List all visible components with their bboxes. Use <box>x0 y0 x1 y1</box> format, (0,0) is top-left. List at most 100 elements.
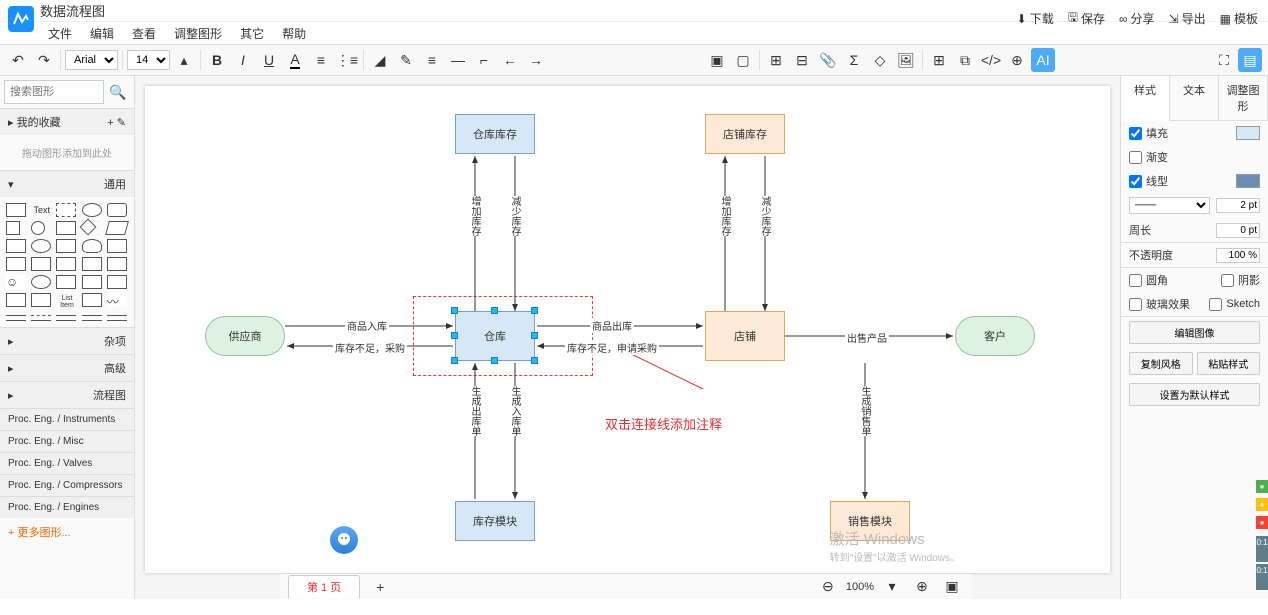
shape-diamond[interactable] <box>79 219 96 236</box>
rounded-checkbox[interactable]: 圆角 <box>1129 272 1168 288</box>
bold-button[interactable]: B <box>205 48 229 72</box>
line-checkbox[interactable]: 线型 <box>1129 173 1168 189</box>
line-width-input[interactable] <box>1216 198 1260 213</box>
selection-handle[interactable] <box>491 357 498 364</box>
node-store-stock[interactable]: 店铺库存 <box>705 114 785 154</box>
perimeter-input[interactable] <box>1216 223 1260 238</box>
shape-actor[interactable]: ☺ <box>6 275 26 289</box>
fullscreen-button[interactable]: ⛶ <box>1212 48 1236 72</box>
shape-cylinder[interactable] <box>31 239 51 253</box>
line-style-select[interactable]: ─── <box>1129 197 1210 214</box>
shape-arrow7[interactable] <box>107 320 127 321</box>
align-button[interactable]: ≡ <box>309 48 333 72</box>
canvas-area[interactable]: 仓库库存 店铺库存 供应商 仓库 店铺 客户 库存模块 销售模块 <box>135 76 1120 599</box>
template-button[interactable]: ▦ 模板 <box>1220 10 1258 27</box>
shape-note[interactable] <box>107 257 127 271</box>
shape-curve[interactable]: 〰 <box>107 293 127 307</box>
line-color-swatch[interactable] <box>1236 174 1260 188</box>
menu-other[interactable]: 其它 <box>232 23 272 44</box>
selection-handle[interactable] <box>491 307 498 314</box>
shape-square[interactable] <box>6 221 20 235</box>
add-page-button[interactable]: + <box>368 575 392 599</box>
paste-style-button[interactable]: 粘贴样式 <box>1197 352 1261 375</box>
shape-line[interactable] <box>6 315 26 316</box>
undo-button[interactable]: ↶ <box>6 48 30 72</box>
shape-dashed[interactable] <box>56 203 76 217</box>
save-button[interactable]: 🖫 保存 <box>1068 8 1105 29</box>
redo-button[interactable]: ↷ <box>32 48 56 72</box>
line-color-button[interactable]: ✎ <box>394 48 418 72</box>
edge-inc-stock-1[interactable]: 增加库存 <box>465 196 484 236</box>
selection-handle[interactable] <box>451 332 458 339</box>
edge-goods-in[interactable]: 商品入库 <box>345 318 389 333</box>
shape-process[interactable] <box>56 221 76 235</box>
menu-edit[interactable]: 编辑 <box>82 23 122 44</box>
shape-arrow2[interactable] <box>82 315 102 316</box>
zoom-dropdown[interactable]: ▾ <box>880 575 904 599</box>
shape-tape[interactable] <box>31 257 51 271</box>
shape-callout[interactable] <box>82 257 102 271</box>
shape-rounded[interactable] <box>107 203 127 217</box>
shape-and[interactable] <box>56 275 76 289</box>
more-button[interactable]: ⊕ <box>1005 48 1029 72</box>
table-button[interactable]: ⊞ <box>927 48 951 72</box>
attach-button[interactable]: 📎 <box>816 48 840 72</box>
palette-pe-valves[interactable]: Proc. Eng. / Valves <box>0 453 134 474</box>
outline-toggle[interactable]: ▣ <box>940 575 964 599</box>
selection-handle[interactable] <box>531 332 538 339</box>
palette-pe-instruments[interactable]: Proc. Eng. / Instruments <box>0 409 134 430</box>
node-store[interactable]: 店铺 <box>705 311 785 361</box>
edit-image-button[interactable]: 编辑图像 <box>1129 321 1260 344</box>
menu-file[interactable]: 文件 <box>40 23 80 44</box>
edge-gen-sales[interactable]: 生成销售单 <box>855 386 874 436</box>
edge-dec-stock-1[interactable]: 减少库存 <box>505 196 524 236</box>
fill-checkbox[interactable]: 填充 <box>1129 125 1168 141</box>
edge-dec-stock-2[interactable]: 减少库存 <box>755 196 774 236</box>
shape-circle[interactable] <box>31 221 45 235</box>
shape-db[interactable] <box>107 275 127 289</box>
palette-general-header[interactable]: ▾ 通用 <box>0 171 134 197</box>
code-button[interactable]: </> <box>979 48 1003 72</box>
shape-line2[interactable] <box>6 320 26 321</box>
shape-step[interactable] <box>56 257 76 271</box>
glass-checkbox[interactable]: 玻璃效果 <box>1129 296 1190 312</box>
shape-doc[interactable] <box>107 239 127 253</box>
node-warehouse-stock[interactable]: 仓库库存 <box>455 114 535 154</box>
side-badge-1[interactable]: ● <box>1256 480 1268 493</box>
palette-flowchart-header[interactable]: ▸ 流程图 <box>0 382 134 408</box>
shape-arrow3[interactable] <box>107 315 127 316</box>
group-button[interactable]: ⊞ <box>764 48 788 72</box>
arrow-end-button[interactable]: → <box>524 48 548 72</box>
gradient-checkbox[interactable]: 渐变 <box>1129 149 1168 165</box>
sketch-checkbox[interactable]: Sketch <box>1209 298 1260 311</box>
side-badge-2[interactable]: ● <box>1256 498 1268 511</box>
font-size-up[interactable]: ▴ <box>172 48 196 72</box>
italic-button[interactable]: I <box>231 48 255 72</box>
ungroup-button[interactable]: ⊟ <box>790 48 814 72</box>
palette-misc-header[interactable]: ▸ 杂项 <box>0 328 134 354</box>
side-badge-5[interactable]: 0:1 <box>1256 564 1268 590</box>
more-shapes-link[interactable]: + 更多图形... <box>0 518 134 546</box>
tab-style[interactable]: 样式 <box>1121 76 1170 121</box>
search-icon[interactable]: 🔍 <box>106 80 130 104</box>
shape-internal[interactable] <box>31 293 51 307</box>
waypoint-button[interactable]: ⌐ <box>472 48 496 72</box>
edge-goods-out[interactable]: 商品出库 <box>590 318 634 333</box>
shape-data[interactable] <box>82 275 102 289</box>
fill-color-swatch[interactable] <box>1236 126 1260 140</box>
ai-button[interactable]: AI <box>1031 48 1055 72</box>
side-badge-4[interactable]: 0:1 <box>1256 536 1268 562</box>
list-button[interactable]: ⋮≡ <box>335 48 359 72</box>
image-button[interactable]: 🖼 <box>894 48 918 72</box>
canvas[interactable]: 仓库库存 店铺库存 供应商 仓库 店铺 客户 库存模块 销售模块 <box>145 86 1110 573</box>
palette-pe-engines[interactable]: Proc. Eng. / Engines <box>0 497 134 518</box>
shape-cube[interactable] <box>6 293 26 307</box>
font-family-select[interactable]: Arial <box>65 50 118 70</box>
shape-arrow6[interactable] <box>82 320 102 321</box>
edge-short-purchase[interactable]: 库存不足，采购 <box>333 340 407 355</box>
connector-style-button[interactable]: — <box>446 48 470 72</box>
shape-dashed-line[interactable] <box>31 315 51 316</box>
fill-color-button[interactable]: ◢ <box>368 48 392 72</box>
search-shapes-input[interactable] <box>4 80 104 104</box>
underline-button[interactable]: U <box>257 48 281 72</box>
